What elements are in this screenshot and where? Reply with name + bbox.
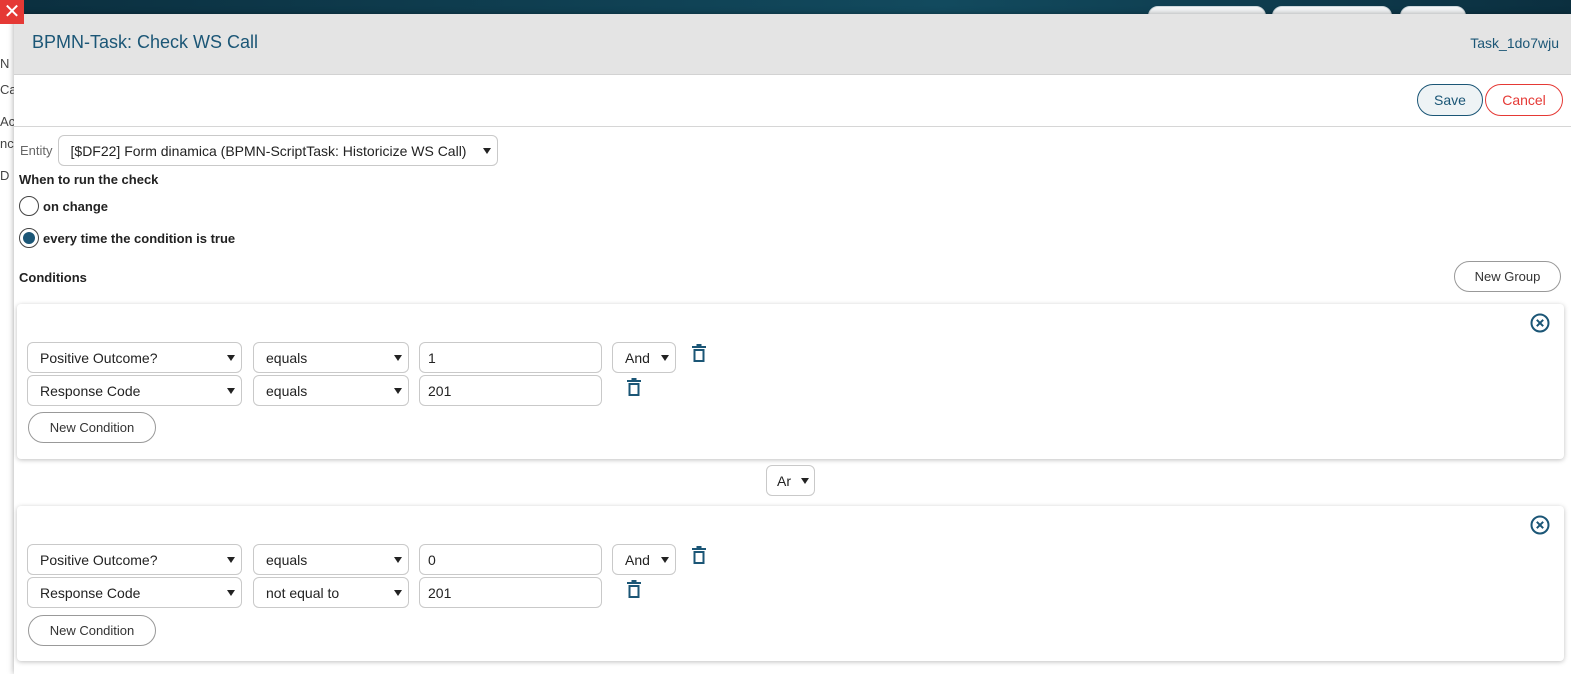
cancel-button[interactable]: Cancel — [1485, 84, 1563, 116]
conditions-label: Conditions — [19, 270, 87, 285]
field-select-value: Response Code — [40, 584, 141, 601]
group-connector-select[interactable]: Ar — [766, 465, 815, 496]
operator-select[interactable]: not equal to — [253, 577, 409, 608]
connector-select-value: And — [625, 551, 650, 568]
operator-select-value: equals — [266, 349, 308, 366]
field-select-value: Positive Outcome? — [40, 551, 158, 568]
new-condition-button[interactable]: New Condition — [28, 615, 156, 646]
modal-title: BPMN-Task: Check WS Call — [32, 32, 259, 52]
background-text: Ac — [0, 114, 14, 129]
operator-select-value: not equal to — [266, 584, 340, 601]
chevron-down-icon — [394, 354, 402, 361]
remove-group-icon[interactable] — [1530, 313, 1550, 333]
operator-select[interactable]: equals — [253, 544, 409, 575]
entity-select-value: [$DF22] Form dinamica (BPMN-ScriptTask: … — [70, 142, 467, 159]
trash-icon[interactable] — [692, 546, 706, 565]
operator-select-value: equals — [266, 551, 308, 568]
chevron-down-icon — [227, 387, 235, 394]
radio-button[interactable] — [19, 196, 39, 216]
radio-label: every time the condition is true — [43, 230, 236, 246]
background-sidebar: N Ca Ac nc D — [0, 16, 14, 674]
chevron-down-icon — [394, 556, 402, 563]
close-icon[interactable]: ✕ — [0, 0, 24, 24]
field-select-value: Positive Outcome? — [40, 349, 158, 366]
chevron-down-icon — [227, 589, 235, 596]
background-text: nc — [0, 136, 14, 151]
operator-select[interactable]: equals — [253, 342, 409, 373]
action-bar: Save Cancel — [14, 75, 1571, 127]
chevron-down-icon — [394, 387, 402, 394]
remove-group-icon[interactable] — [1530, 515, 1550, 535]
chevron-down-icon — [227, 556, 235, 563]
chevron-down-icon — [661, 354, 669, 361]
operator-select[interactable]: equals — [253, 375, 409, 406]
modal-header: BPMN-Task: Check WS Call Task_1do7wju — [14, 14, 1571, 75]
condition-group: Positive Outcome? equals 0 And Response … — [17, 506, 1564, 661]
value-input[interactable]: 201 — [419, 577, 602, 608]
entity-select[interactable]: [$DF22] Form dinamica (BPMN-ScriptTask: … — [57, 135, 498, 166]
background-text: N — [0, 56, 10, 71]
when-label: When to run the check — [19, 172, 159, 187]
condition-group: Positive Outcome? equals 1 And Response … — [17, 304, 1564, 459]
trash-icon[interactable] — [627, 580, 641, 599]
task-modal: BPMN-Task: Check WS Call Task_1do7wju Sa… — [14, 14, 1571, 674]
radio-label: on change — [43, 198, 109, 214]
operator-select-value: equals — [266, 382, 308, 399]
background-text: D — [0, 168, 10, 183]
new-condition-button[interactable]: New Condition — [28, 412, 156, 443]
value-input[interactable]: 0 — [419, 544, 602, 575]
field-select[interactable]: Positive Outcome? — [27, 544, 242, 575]
group-connector-value: Ar — [777, 472, 791, 489]
value-input[interactable]: 201 — [419, 375, 602, 406]
chevron-down-icon — [482, 147, 491, 154]
entity-label: Entity — [20, 143, 53, 158]
value-input[interactable]: 1 — [419, 342, 602, 373]
connector-select-value: And — [625, 349, 650, 366]
connector-select[interactable]: And — [612, 342, 676, 373]
connector-select[interactable]: And — [612, 544, 676, 575]
task-id: Task_1do7wju — [1470, 35, 1559, 51]
chevron-down-icon — [661, 556, 669, 563]
field-select[interactable]: Response Code — [27, 577, 242, 608]
chevron-down-icon — [801, 477, 809, 484]
save-button[interactable]: Save — [1417, 84, 1483, 116]
chevron-down-icon — [394, 589, 402, 596]
new-group-button[interactable]: New Group — [1454, 261, 1561, 292]
background-text: Ca — [0, 82, 14, 97]
radio-on-change[interactable]: on change — [19, 196, 108, 216]
radio-every-time[interactable]: every time the condition is true — [19, 228, 235, 248]
entity-row: Entity [$DF22] Form dinamica (BPMN-Scrip… — [20, 135, 498, 166]
field-select-value: Response Code — [40, 382, 141, 399]
field-select[interactable]: Response Code — [27, 375, 242, 406]
trash-icon[interactable] — [692, 344, 706, 363]
radio-button[interactable] — [19, 228, 39, 248]
field-select[interactable]: Positive Outcome? — [27, 342, 242, 373]
chevron-down-icon — [227, 354, 235, 361]
trash-icon[interactable] — [627, 378, 641, 397]
